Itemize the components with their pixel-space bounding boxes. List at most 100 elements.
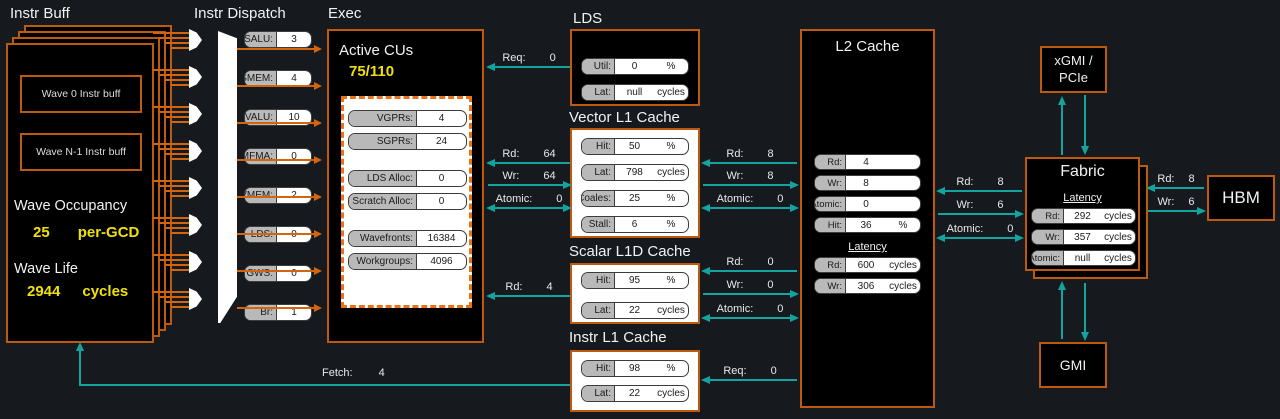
field-value: 4 xyxy=(417,111,466,126)
field-value: 306 xyxy=(846,279,886,293)
active-cus-value: 75/110 xyxy=(349,63,394,80)
workgroups-field: Workgroups:4096 xyxy=(348,253,467,270)
field-value: 798 xyxy=(615,165,654,180)
bus-tap xyxy=(153,254,190,271)
fabric-to-gmi-arrow xyxy=(1084,283,1086,339)
field-unit xyxy=(886,176,920,190)
field-label: Scratch Alloc: xyxy=(349,194,417,209)
sl1d-l2-wr-arrow: Wr:0 xyxy=(703,279,797,295)
active-cus-label: Active CUs xyxy=(339,42,413,59)
vector-l1-title: Vector L1 Cache xyxy=(569,109,680,126)
salu-counter: SALU:3 xyxy=(244,31,312,48)
arrow-label: Wr: xyxy=(726,279,743,291)
field-unit: cycles xyxy=(654,386,688,401)
field-label: VGPRs: xyxy=(349,111,417,126)
field-value: 0 xyxy=(417,171,466,186)
field-value: null xyxy=(1064,251,1101,265)
arrow-label: Wr: xyxy=(726,170,743,182)
waveN-instr-buff: Wave N-1 Instr buff xyxy=(20,133,142,171)
exec-lds-req-arrow: Req:0 xyxy=(488,52,570,68)
field-label: Lat: xyxy=(582,303,615,318)
wave-life-label: Wave Life xyxy=(14,261,78,277)
coales-field: Coales:25% xyxy=(581,190,689,207)
field-label: Hit: xyxy=(582,361,615,376)
field-unit: cycles xyxy=(654,303,688,318)
dispatch-arrow xyxy=(237,307,320,309)
xgmi-line1: xGMI / xyxy=(1054,53,1092,70)
arrow-label: Rd: xyxy=(956,176,973,188)
field-unit: cycles xyxy=(654,85,688,100)
field-value: 4 xyxy=(846,155,886,169)
exec-title: Exec xyxy=(328,5,361,22)
l2-latency-heading: Latency xyxy=(800,241,935,253)
l2-cache-title: L2 Cache xyxy=(800,38,935,55)
hit-field: Hit:50% xyxy=(581,138,689,155)
counter-value: 3 xyxy=(277,32,311,47)
arrow-value: 8 xyxy=(768,148,774,160)
sl1d-l2-atomic-arrow: Atomic:0 xyxy=(703,303,797,319)
field-value: 292 xyxy=(1064,209,1101,223)
field-value: 50 xyxy=(615,139,654,154)
field-label: Wr: xyxy=(1032,230,1064,244)
vl1-l2-atomic-arrow: Atomic:0 xyxy=(703,193,797,209)
lat-field: Lat:22cycles xyxy=(581,385,689,402)
field-label: Atomic: xyxy=(1032,251,1064,265)
field-unit: % xyxy=(654,273,688,288)
field-label: Coales: xyxy=(582,191,615,206)
field-unit: % xyxy=(886,218,920,232)
field-label: Wavefronts: xyxy=(349,231,417,246)
field-label: LDS Alloc: xyxy=(349,171,417,186)
stall-field: Stall:6% xyxy=(581,216,689,233)
wave-life-value: 2944 xyxy=(27,283,60,300)
wave-occupancy-value: 25 xyxy=(33,224,50,241)
dispatch-arrow xyxy=(237,233,320,235)
wave0-instr-buff: Wave 0 Instr buff xyxy=(20,75,142,113)
exec-vl1-wr-arrow: Wr:64 xyxy=(488,170,570,186)
field-value: 22 xyxy=(615,386,654,401)
arrow-value: 6 xyxy=(1188,196,1194,208)
bus-tap xyxy=(153,106,190,123)
sl1d-l2-rd-arrow: Rd:0 xyxy=(703,256,797,272)
arrow-label: Wr: xyxy=(1157,196,1174,208)
arrow-label: Atomic: xyxy=(496,193,533,205)
arrow-label: Wr: xyxy=(502,170,519,182)
field-value: 24 xyxy=(417,134,466,149)
l2-fabric-wr-arrow: Wr: 6 xyxy=(938,199,1022,215)
field-unit: cycles xyxy=(1101,230,1135,244)
dispatch-arrow xyxy=(237,196,320,198)
fabric-latency-heading: Latency xyxy=(1025,192,1140,204)
dispatch-unit-shape xyxy=(218,31,237,323)
il1-l2-req-arrow: Req:0 xyxy=(703,365,797,381)
scratch-alloc-field: Scratch Alloc:0 xyxy=(348,193,467,210)
exec-fields: VGPRs:4 SGPRs:24 LDS Alloc:0 Scratch All… xyxy=(348,110,467,270)
field-unit xyxy=(886,155,920,169)
arrow-value: 6 xyxy=(997,199,1003,211)
hbm-label: HBM xyxy=(1222,188,1260,208)
field-value: 0 xyxy=(417,194,466,209)
fetch-line-horizontal xyxy=(79,384,570,386)
arrow-value: 0 xyxy=(556,193,562,205)
xgmi-pcie-box: xGMI / PCIe xyxy=(1040,46,1107,93)
atomic-field: Atomic:0 xyxy=(814,196,921,212)
field-unit: % xyxy=(654,217,688,232)
arrow-label: Wr: xyxy=(956,199,973,211)
arrow-label: Rd: xyxy=(1157,173,1174,185)
instr-bus-lines xyxy=(153,32,190,308)
dispatch-arrow xyxy=(237,159,320,161)
field-value: 8 xyxy=(846,176,886,190)
arrow-label: Atomic: xyxy=(717,193,754,205)
rd-field: Rd:4 xyxy=(814,154,921,170)
field-label: Stall: xyxy=(582,217,615,232)
arrow-value: 0 xyxy=(771,365,777,377)
field-value: 0 xyxy=(846,197,886,211)
arrow-value: 0 xyxy=(550,52,556,64)
field-unit: cycles xyxy=(1101,209,1135,223)
field-value: null xyxy=(615,85,654,100)
dispatch-muxes xyxy=(189,29,202,310)
arrow-value: 8 xyxy=(1189,173,1195,185)
l2-fabric-atomic-arrow: Atomic:0 xyxy=(938,223,1022,239)
wr-latency-field: Wr:306cycles xyxy=(814,278,921,294)
instr-l1-fields: Hit:98% Lat:22cycles xyxy=(581,360,689,402)
field-unit: % xyxy=(654,139,688,154)
arrow-value: 8 xyxy=(767,170,773,182)
